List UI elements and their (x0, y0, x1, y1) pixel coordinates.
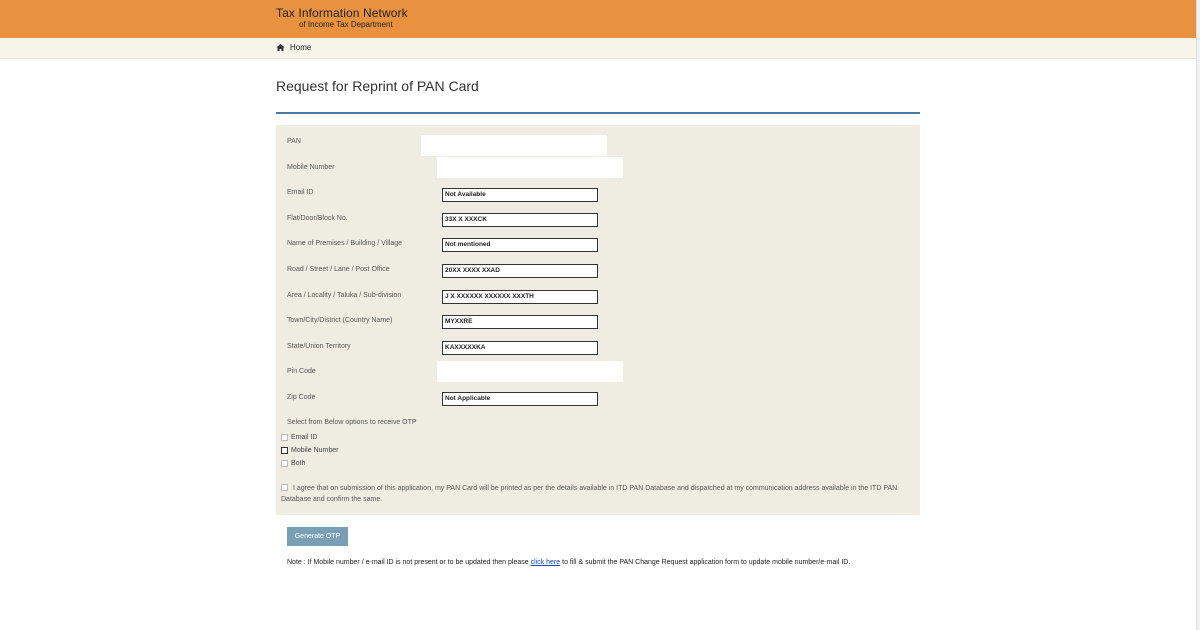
agreement-text: I agree that on submission of this appli… (281, 485, 898, 503)
note-suffix: to fill & submit the PAN Change Request … (562, 559, 851, 566)
otp-option-mobile[interactable]: Mobile Number (281, 447, 338, 454)
otp-option-email-label: Email ID (291, 434, 318, 441)
premises-field[interactable]: Not mentioned (442, 238, 598, 252)
page-scrollbar[interactable] (1196, 0, 1200, 630)
page-title: Request for Reprint of PAN Card (276, 78, 479, 94)
site-header: Tax Information Network of Income Tax De… (0, 0, 1196, 38)
email-field[interactable]: Not Available (442, 188, 598, 202)
brand-title: Tax Information Network (276, 6, 408, 20)
pan-input[interactable] (421, 135, 607, 156)
note-prefix: Note : If Mobile number / e-mail ID is n… (287, 559, 529, 566)
otp-option-both-label: Both (291, 460, 306, 467)
breadcrumb: Home (0, 38, 1196, 59)
pan-label: PAN (287, 138, 301, 145)
flat-label: Flat/Door/Block No. (287, 215, 348, 222)
note-text: Note : If Mobile number / e-mail ID is n… (287, 559, 850, 566)
otp-option-both[interactable]: Both (281, 460, 305, 467)
area-field[interactable]: J X XXXXXX XXXXXX XXXTH (442, 290, 598, 304)
area-label: Area / Locality / Taluka / Sub-division (287, 292, 402, 299)
state-label: State/Union Territory (287, 343, 351, 350)
zip-label: Zip Code (287, 394, 316, 401)
generate-otp-button[interactable]: Generate OTP (287, 527, 348, 546)
both-otp-checkbox[interactable] (281, 460, 288, 467)
email-otp-checkbox[interactable] (281, 434, 288, 441)
pin-input[interactable] (437, 361, 623, 382)
agreement-row: I agree that on submission of this appli… (281, 483, 917, 505)
click-here-link[interactable]: click here (531, 559, 561, 566)
breadcrumb-home[interactable]: Home (276, 43, 311, 52)
road-label: Road / Street / Lane / Post Office (287, 266, 390, 273)
email-label: Email ID (287, 189, 314, 196)
home-icon (276, 43, 285, 52)
town-label: Town/City/District (Country Name) (287, 317, 393, 324)
breadcrumb-home-label: Home (290, 43, 312, 52)
pin-label: Pin Code (287, 368, 316, 375)
otp-section-label: Select from Below options to receive OTP (287, 419, 417, 426)
mobile-input[interactable] (437, 157, 623, 178)
premises-label: Name of Premises / Building / Village (287, 240, 403, 247)
brand-subtitle: of Income Tax Department (299, 20, 393, 29)
mobile-otp-checkbox[interactable] (281, 447, 288, 454)
title-divider (276, 112, 920, 114)
brand-logo[interactable]: Tax Information Network of Income Tax De… (276, 7, 408, 30)
mobile-label: Mobile Number (287, 164, 335, 171)
zip-field[interactable]: Not Applicable (442, 392, 598, 406)
state-field[interactable]: KAXXXXXKA (442, 341, 598, 355)
flat-field[interactable]: 33X X XXXCK (442, 213, 598, 227)
road-field[interactable]: 20XX XXXX XXAD (442, 264, 598, 278)
agreement-checkbox[interactable] (281, 484, 288, 491)
otp-option-email[interactable]: Email ID (281, 434, 317, 441)
otp-option-mobile-label: Mobile Number (291, 447, 339, 454)
town-field[interactable]: MYXXRE (442, 315, 598, 329)
